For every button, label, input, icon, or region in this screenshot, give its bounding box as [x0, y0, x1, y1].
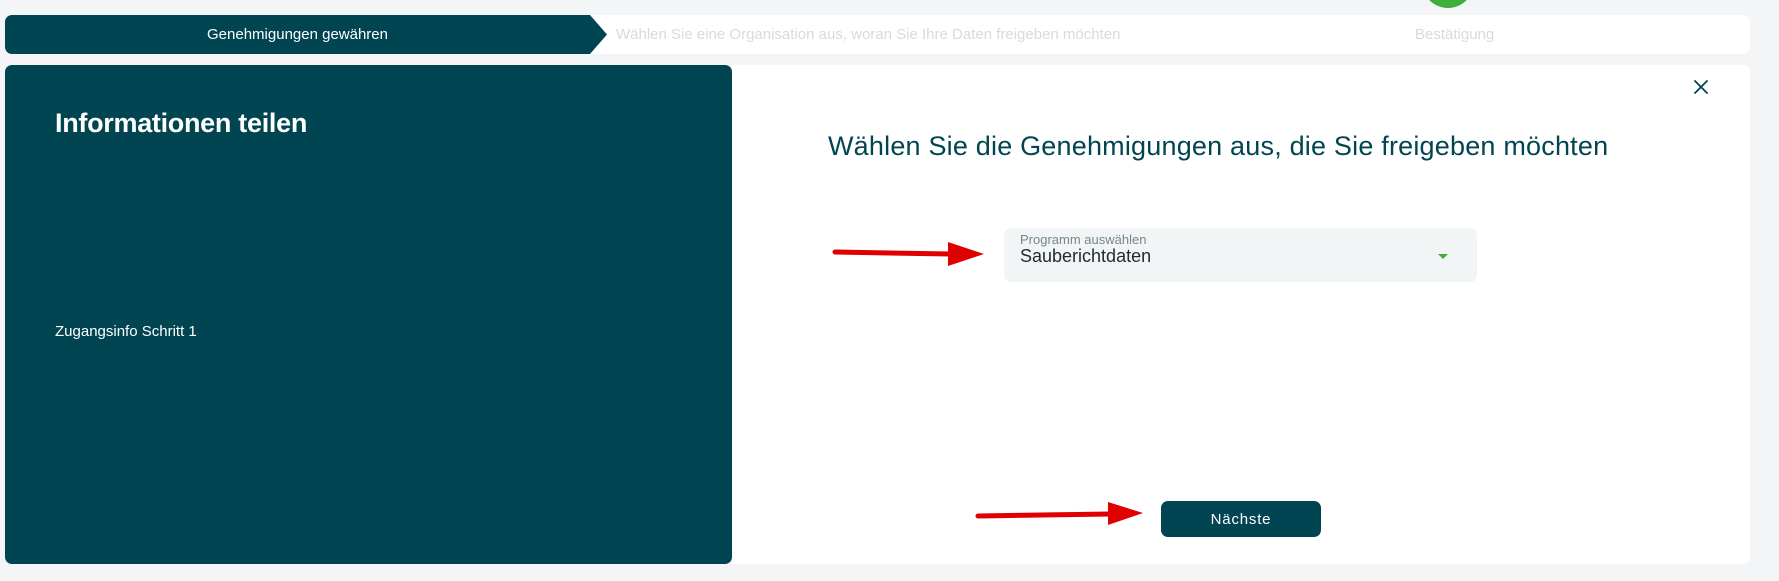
step-3[interactable]: Bestätigung	[1415, 15, 1494, 54]
close-icon	[1694, 80, 1708, 94]
close-button[interactable]	[1688, 74, 1714, 100]
program-select[interactable]: Programm auswählen Sauberichtdaten	[1004, 228, 1477, 282]
caret-down-icon	[1438, 254, 1448, 259]
side-panel-subtitle: Zugangsinfo Schritt 1	[55, 323, 197, 340]
next-button[interactable]: Nächste	[1161, 501, 1321, 537]
step-2-label: Wählen Sie eine Organisation aus, woran …	[616, 26, 1121, 43]
step-2[interactable]: Wählen Sie eine Organisation aus, woran …	[616, 15, 1120, 54]
main-content-panel: Wählen Sie die Genehmigungen aus, die Si…	[732, 65, 1750, 564]
side-panel-title: Informationen teilen	[55, 108, 308, 138]
status-indicator-dot	[1422, 0, 1474, 8]
page-heading: Wählen Sie die Genehmigungen aus, die Si…	[828, 131, 1609, 161]
step-3-label: Bestätigung	[1415, 26, 1495, 43]
program-select-label: Programm auswählen	[1020, 232, 1147, 247]
step-1-active[interactable]: Genehmigungen gewähren	[5, 15, 607, 54]
step-1-label: Genehmigungen gewähren	[207, 26, 388, 43]
progress-stepper: Genehmigungen gewähren Wählen Sie eine O…	[5, 15, 1750, 54]
info-side-panel: Informationen teilen Zugangsinfo Schritt…	[5, 65, 732, 564]
program-select-value: Sauberichtdaten	[1020, 246, 1152, 266]
